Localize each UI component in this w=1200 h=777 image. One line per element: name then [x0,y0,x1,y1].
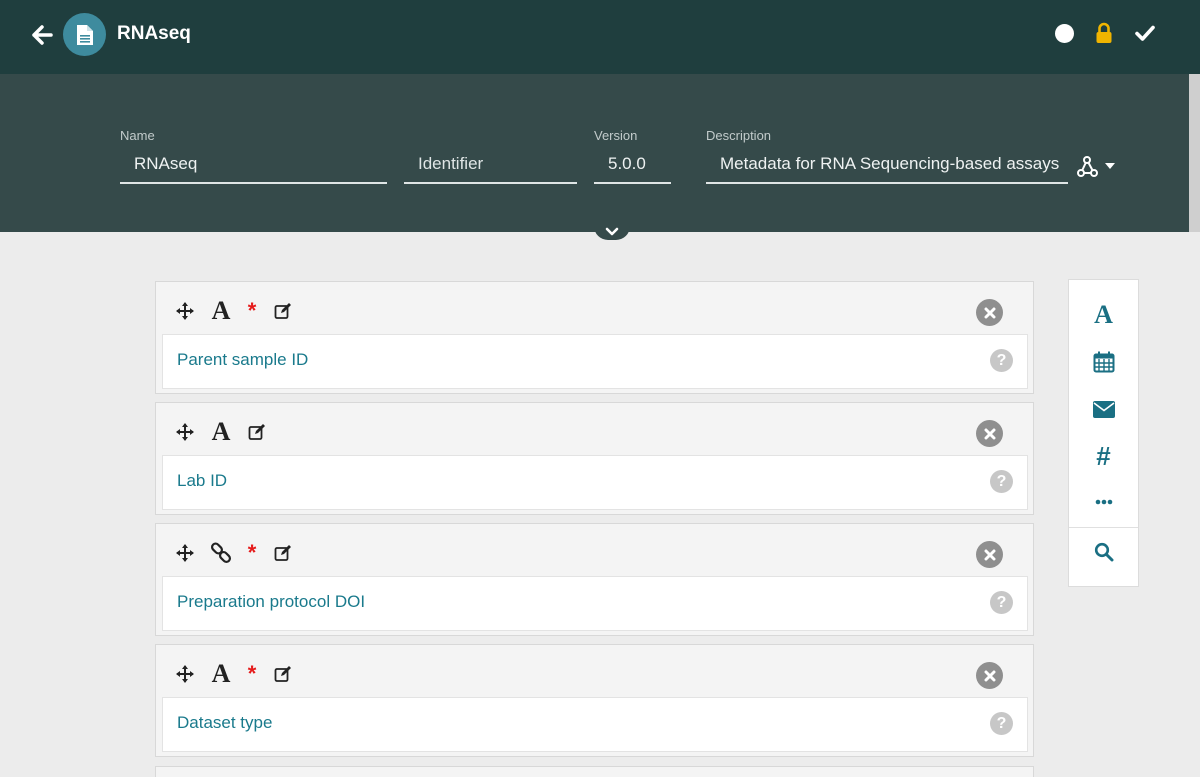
move-icon[interactable] [174,542,196,564]
arrow-left-icon [32,25,53,45]
close-icon [984,670,995,681]
field-card: * Preparation protocol DOI ? [155,523,1034,636]
text-field-icon[interactable]: A [1069,295,1138,335]
field-toolbar: A * [174,298,294,324]
field-toolbar: A * [174,661,294,687]
text-icon: A [211,659,231,688]
document-icon [76,24,93,45]
check-icon[interactable] [1134,22,1156,44]
status-dot-icon[interactable] [1055,24,1074,43]
edit-icon[interactable] [272,300,294,322]
template-avatar [63,13,106,56]
calendar-icon[interactable] [1069,342,1138,382]
edit-icon[interactable] [246,421,268,443]
graph-menu-button[interactable] [1076,154,1120,180]
page-title: RNAseq [117,23,191,44]
required-icon[interactable]: * [246,542,258,564]
close-icon [984,549,995,560]
search-icon[interactable] [1069,532,1138,572]
close-icon [984,428,995,439]
required-icon[interactable]: * [246,300,258,322]
name-label: Name [120,128,155,143]
edit-icon[interactable] [272,663,294,685]
field-card [155,766,1034,777]
text-icon: A [211,296,231,325]
email-icon[interactable] [1069,389,1138,429]
field-card: A Lab ID ? [155,402,1034,515]
field-toolbar: * [174,540,294,566]
more-icon[interactable] [1069,482,1138,522]
chevron-down-icon [605,227,619,236]
help-icon[interactable]: ? [990,470,1013,493]
identifier-field[interactable]: Identifier [404,150,577,184]
field-palette: A # [1068,279,1139,587]
version-label: Version [594,128,638,143]
version-field[interactable]: 5.0.0 [594,150,671,184]
remove-field-button[interactable] [976,420,1003,447]
remove-field-button[interactable] [976,299,1003,326]
field-body[interactable]: Preparation protocol DOI ? [162,576,1028,631]
text-icon: A [211,417,231,446]
back-button[interactable] [30,22,56,48]
expand-header-button[interactable] [594,216,630,240]
field-name[interactable]: Preparation protocol DOI [177,592,365,612]
share-nodes-icon [1077,156,1115,177]
field-card: A * Parent sample ID ? [155,281,1034,394]
field-body[interactable]: Dataset type ? [162,697,1028,752]
scrollbar[interactable] [1189,74,1200,232]
move-icon[interactable] [174,663,196,685]
remove-field-button[interactable] [976,541,1003,568]
field-toolbar: A [174,419,268,445]
move-icon[interactable] [174,421,196,443]
field-name[interactable]: Dataset type [177,713,272,733]
field-name[interactable]: Lab ID [177,471,227,491]
close-icon [984,307,995,318]
palette-divider [1069,527,1138,528]
help-icon[interactable]: ? [990,712,1013,735]
required-icon[interactable]: * [246,663,258,685]
numeric-icon[interactable]: # [1069,436,1138,476]
top-bar: RNAseq [0,0,1200,74]
description-field[interactable]: Metadata for RNA Sequencing-based assays [706,150,1068,184]
field-card: A * Dataset type ? [155,644,1034,757]
remove-field-button[interactable] [976,662,1003,689]
name-field[interactable]: RNAseq [120,150,387,184]
link-icon [210,542,232,564]
help-icon[interactable]: ? [990,349,1013,372]
field-body[interactable]: Lab ID ? [162,455,1028,510]
description-label: Description [706,128,772,143]
edit-icon[interactable] [272,542,294,564]
field-body[interactable]: Parent sample ID ? [162,334,1028,389]
field-name[interactable]: Parent sample ID [177,350,308,370]
help-icon[interactable]: ? [990,591,1013,614]
move-icon[interactable] [174,300,196,322]
lock-icon[interactable] [1095,22,1113,44]
